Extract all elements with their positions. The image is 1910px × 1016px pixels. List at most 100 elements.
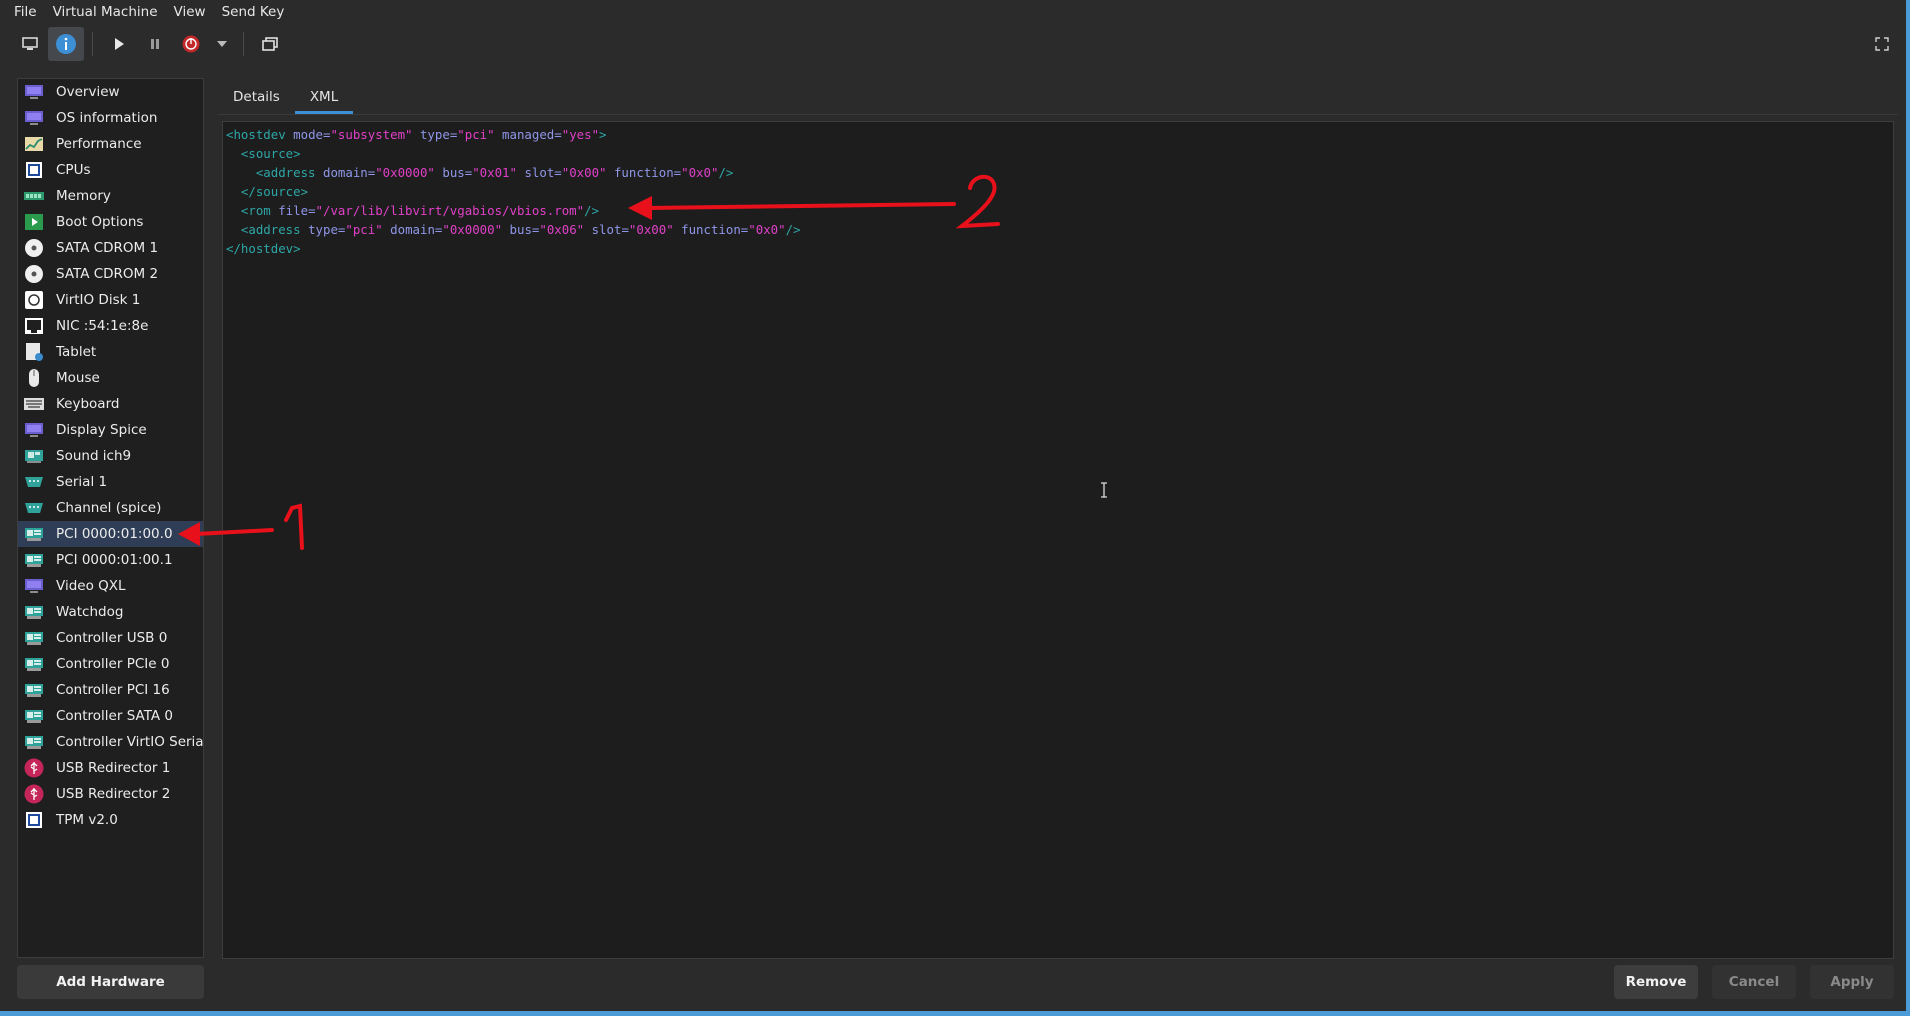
sidebar-item[interactable]: PCI 0000:01:00.1 (18, 547, 203, 573)
sidebar-item[interactable]: Keyboard (18, 391, 203, 417)
pci-icon (24, 681, 44, 699)
sidebar-item[interactable]: USB Redirector 2 (18, 781, 203, 807)
sidebar-item-label: Controller SATA 0 (56, 708, 174, 724)
xml-line: </hostdev> (226, 241, 301, 256)
xml-line: <address type="pci" domain="0x0000" bus=… (240, 222, 801, 237)
menu-send-key[interactable]: Send Key (214, 0, 293, 24)
sidebar-item-label: Channel (spice) (56, 500, 162, 516)
sidebar-item[interactable]: TPM v2.0 (18, 807, 203, 833)
tab-bar: Details XML (218, 82, 354, 116)
toolbar (0, 26, 1906, 62)
sidebar-item-label: USB Redirector 1 (56, 760, 171, 776)
tab-xml[interactable]: XML (294, 82, 354, 114)
menu-virtual-machine[interactable]: Virtual Machine (45, 0, 166, 24)
sidebar-item[interactable]: Boot Options (18, 209, 203, 235)
sidebar-item[interactable]: Sound ich9 (18, 443, 203, 469)
sidebar-item[interactable]: NIC :54:1e:8e (18, 313, 203, 339)
tablet-icon (24, 343, 44, 361)
sidebar-item[interactable]: Display Spice (18, 417, 203, 443)
vm-window: File Virtual Machine View Send Key Overv… (0, 0, 1906, 1011)
cpu-icon (24, 811, 44, 829)
sidebar-item[interactable]: SATA CDROM 2 (18, 261, 203, 287)
pci-icon (24, 551, 44, 569)
serial-icon (24, 499, 44, 517)
sidebar-item-label: Overview (56, 84, 120, 100)
sidebar-item[interactable]: Performance (18, 131, 203, 157)
sidebar-item-label: Controller PCI 16 (56, 682, 170, 698)
shutdown-button[interactable] (173, 27, 209, 61)
chart-icon (24, 135, 44, 153)
usb-icon (24, 758, 44, 778)
sidebar-item-label: PCI 0000:01:00.1 (56, 552, 173, 568)
sidebar-item[interactable]: USB Redirector 1 (18, 755, 203, 781)
sidebar-item[interactable]: Controller PCIe 0 (18, 651, 203, 677)
sidebar-item[interactable]: Controller USB 0 (18, 625, 203, 651)
monitor-icon (22, 37, 38, 50)
sidebar-item[interactable]: Serial 1 (18, 469, 203, 495)
sidebar-item[interactable]: PCI 0000:01:00.0 (18, 521, 203, 547)
details-button[interactable] (48, 27, 84, 61)
monitor-icon (24, 577, 44, 595)
menu-file[interactable]: File (6, 0, 45, 24)
remove-button[interactable]: Remove (1614, 965, 1698, 999)
hardware-list: Overview OS information Performance CPUs Mem… (17, 78, 204, 958)
sidebar-item[interactable]: VirtIO Disk 1 (18, 287, 203, 313)
sidebar-item[interactable]: Controller VirtIO Serial 0 (18, 729, 203, 755)
sidebar-item-label: Watchdog (56, 604, 124, 620)
sidebar-item-label: NIC :54:1e:8e (56, 318, 149, 334)
xml-editor[interactable]: <hostdev mode="subsystem" type="pci" man… (222, 121, 1894, 959)
menu-view[interactable]: View (166, 0, 214, 24)
shutdown-menu-button[interactable] (209, 27, 235, 61)
sidebar-item-label: TPM v2.0 (56, 812, 118, 828)
pause-button[interactable] (137, 27, 173, 61)
snapshots-button[interactable] (252, 27, 288, 61)
sidebar-item-label: USB Redirector 2 (56, 786, 171, 802)
sidebar-item-label: Tablet (56, 344, 97, 360)
chevron-down-icon (217, 41, 227, 47)
add-hardware-button[interactable]: Add Hardware (17, 965, 204, 999)
sidebar-item[interactable]: Watchdog (18, 599, 203, 625)
cancel-button[interactable]: Cancel (1712, 965, 1796, 999)
sidebar-item[interactable]: Controller PCI 16 (18, 677, 203, 703)
sidebar-item-label: SATA CDROM 2 (56, 266, 159, 282)
sidebar-item-label: OS information (56, 110, 158, 126)
power-icon (182, 35, 200, 53)
fullscreen-button[interactable] (1864, 27, 1900, 61)
sidebar-item[interactable]: Overview (18, 79, 203, 105)
sidebar-item[interactable]: Video QXL (18, 573, 203, 599)
console-button[interactable] (12, 27, 48, 61)
play-icon (115, 38, 124, 50)
sidebar-item[interactable]: CPUs (18, 157, 203, 183)
sidebar-item[interactable]: Tablet (18, 339, 203, 365)
fullscreen-icon (1875, 37, 1889, 51)
boot-icon (24, 213, 44, 231)
run-button[interactable] (101, 27, 137, 61)
text-cursor-icon (1101, 482, 1107, 498)
sidebar-item-label: Keyboard (56, 396, 120, 412)
sidebar-item-label: SATA CDROM 1 (56, 240, 159, 256)
toolbar-separator (92, 32, 93, 56)
tab-details[interactable]: Details (218, 82, 295, 114)
serial-icon (24, 473, 44, 491)
xml-line: <source> (240, 146, 301, 161)
tab-divider (218, 114, 1898, 115)
sidebar-item[interactable]: Mouse (18, 365, 203, 391)
sidebar-item[interactable]: Controller SATA 0 (18, 703, 203, 729)
sidebar-item[interactable]: OS information (18, 105, 203, 131)
disk-icon (24, 291, 44, 309)
sidebar-item[interactable]: SATA CDROM 1 (18, 235, 203, 261)
sidebar-item[interactable]: Memory (18, 183, 203, 209)
apply-button[interactable]: Apply (1810, 965, 1894, 999)
sidebar-item[interactable]: Channel (spice) (18, 495, 203, 521)
sidebar-item-label: Boot Options (56, 214, 144, 230)
pci-icon (24, 629, 44, 647)
monitor-icon (24, 109, 44, 127)
pci-icon (24, 603, 44, 621)
xml-line: <hostdev mode="subsystem" type="pci" man… (226, 127, 607, 142)
toolbar-separator (243, 32, 244, 56)
info-icon (56, 34, 76, 54)
keyboard-icon (24, 395, 44, 413)
sidebar-item-label: PCI 0000:01:00.0 (56, 526, 173, 542)
sidebar-item-label: Sound ich9 (56, 448, 132, 464)
pci-icon (24, 733, 44, 751)
